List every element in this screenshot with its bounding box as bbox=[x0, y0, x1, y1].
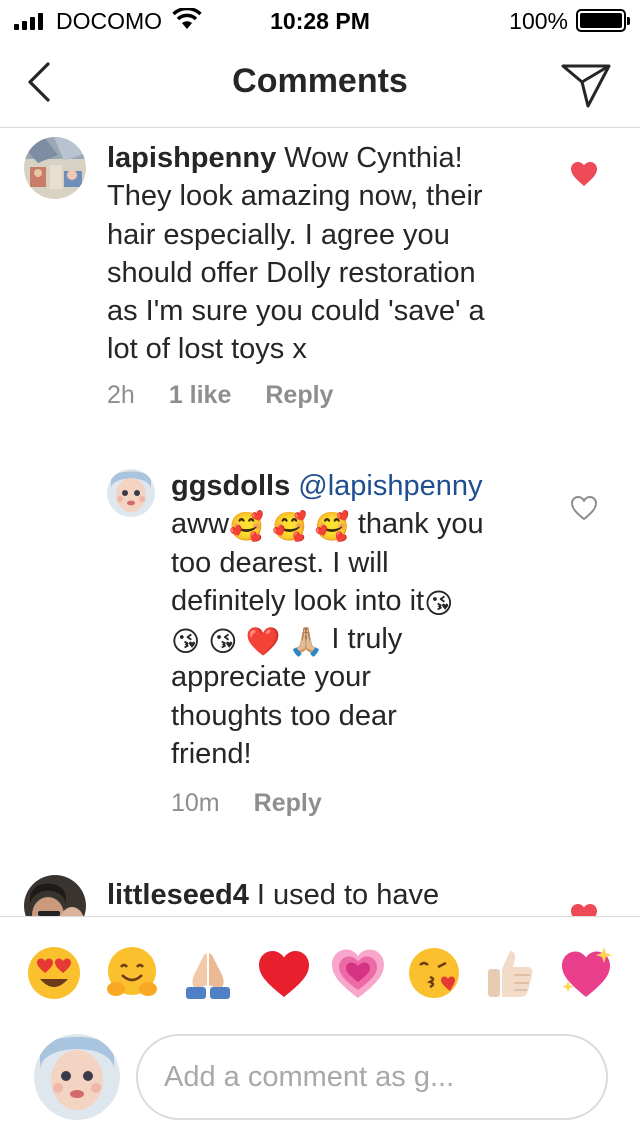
comment-item: littleseed4 I used to have bbox=[0, 869, 640, 916]
comment-username[interactable]: lapishpenny bbox=[107, 142, 276, 174]
emoji-quick-bar bbox=[0, 916, 640, 1026]
heart-filled-icon[interactable] bbox=[570, 903, 598, 916]
comment-text-line: appreciate your bbox=[171, 661, 371, 694]
comment-meta: 10m Reply bbox=[171, 789, 322, 818]
my-avatar bbox=[34, 1034, 120, 1120]
comment-body: littleseed4 I used to have bbox=[107, 876, 567, 914]
red-heart-emoji: ❤️ bbox=[245, 625, 281, 659]
sparkling-heart-emoji-button[interactable] bbox=[558, 945, 614, 1001]
comment-text-line: should offer Dolly restoration bbox=[107, 256, 476, 289]
smiling-face-with-hearts-emoji: 🥰 bbox=[229, 510, 264, 544]
pink-heart-emoji-button[interactable] bbox=[330, 945, 386, 1001]
kissing-heart-emoji-button[interactable] bbox=[406, 945, 462, 1001]
comment-text-line: friend! bbox=[171, 738, 252, 771]
comment-text-line: They look amazing now, their bbox=[107, 180, 483, 213]
battery-icon bbox=[576, 9, 630, 32]
comment-text-line: thank you bbox=[357, 508, 484, 541]
comment-text-line: I used to have bbox=[256, 879, 440, 911]
comment-username[interactable]: littleseed4 bbox=[107, 879, 249, 911]
comment-text-line: hair especially. I agree you bbox=[107, 218, 450, 251]
folded-hands-emoji-button[interactable] bbox=[180, 945, 236, 1001]
comment-timestamp: 2h bbox=[107, 381, 135, 409]
comment-username[interactable]: ggsdolls bbox=[171, 470, 290, 502]
thumbs-up-emoji-button[interactable] bbox=[482, 945, 538, 1001]
hugging-face-emoji-button[interactable] bbox=[104, 945, 160, 1001]
kissing-face-emoji: 😘 bbox=[208, 625, 238, 659]
avatar[interactable] bbox=[24, 137, 86, 199]
battery-percent: 100% bbox=[509, 8, 568, 34]
reply-button[interactable]: Reply bbox=[265, 381, 333, 410]
comment-timestamp: 10m bbox=[171, 789, 220, 817]
comment-input[interactable] bbox=[136, 1034, 608, 1120]
comment-body: ggsdolls @lapishpenny aww🥰 🥰 🥰 thank you… bbox=[171, 467, 551, 773]
comment-input-row bbox=[0, 1026, 640, 1136]
folded-hands-emoji: 🙏🏼 bbox=[288, 625, 324, 659]
heart-filled-icon[interactable] bbox=[570, 161, 598, 187]
reply-comment-item: ggsdolls @lapishpenny aww🥰 🥰 🥰 thank you… bbox=[0, 459, 640, 839]
like-count[interactable]: 1 like bbox=[169, 381, 232, 410]
comment-text-line: thoughts too dear bbox=[171, 699, 397, 732]
comment-text-line: Wow Cynthia! bbox=[284, 142, 463, 174]
avatar[interactable] bbox=[24, 875, 86, 916]
comment-text-line: I truly bbox=[331, 623, 403, 656]
kissing-face-emoji: 😘 bbox=[424, 586, 454, 620]
kissing-face-emoji: 😘 bbox=[171, 625, 201, 659]
heart-outline-icon[interactable] bbox=[570, 495, 598, 521]
mention-link[interactable]: @lapishpenny bbox=[298, 470, 482, 502]
comment-text-line: too dearest. I will bbox=[171, 546, 389, 579]
smiling-face-with-hearts-emoji: 🥰 bbox=[314, 510, 350, 544]
paper-plane-icon[interactable] bbox=[560, 60, 612, 110]
comment-meta: 2h 1 like Reply bbox=[107, 381, 333, 410]
reply-button[interactable]: Reply bbox=[254, 789, 322, 818]
smiling-face-with-hearts-emoji: 🥰 bbox=[271, 510, 307, 544]
comments-list[interactable]: lapishpenny Wow Cynthia! They look amazi… bbox=[0, 129, 640, 916]
comment-item: lapishpenny Wow Cynthia! They look amazi… bbox=[0, 129, 640, 429]
comment-text-line: lot of lost toys x bbox=[107, 333, 307, 366]
comment-text-line: aww bbox=[171, 508, 230, 541]
comment-body: lapishpenny Wow Cynthia! They look amazi… bbox=[107, 139, 567, 369]
comment-text-line: as I'm sure you could 'save' a bbox=[107, 295, 485, 328]
red-heart-emoji-button[interactable] bbox=[256, 945, 312, 1001]
status-bar: DOCOMO 10:28 PM 100% bbox=[0, 0, 640, 40]
navigation-header: Comments bbox=[0, 40, 640, 128]
avatar[interactable] bbox=[107, 469, 155, 517]
heart-eyes-emoji-button[interactable] bbox=[26, 945, 82, 1001]
comment-text-line: definitely look into it bbox=[171, 584, 425, 617]
page-title: Comments bbox=[232, 62, 408, 100]
